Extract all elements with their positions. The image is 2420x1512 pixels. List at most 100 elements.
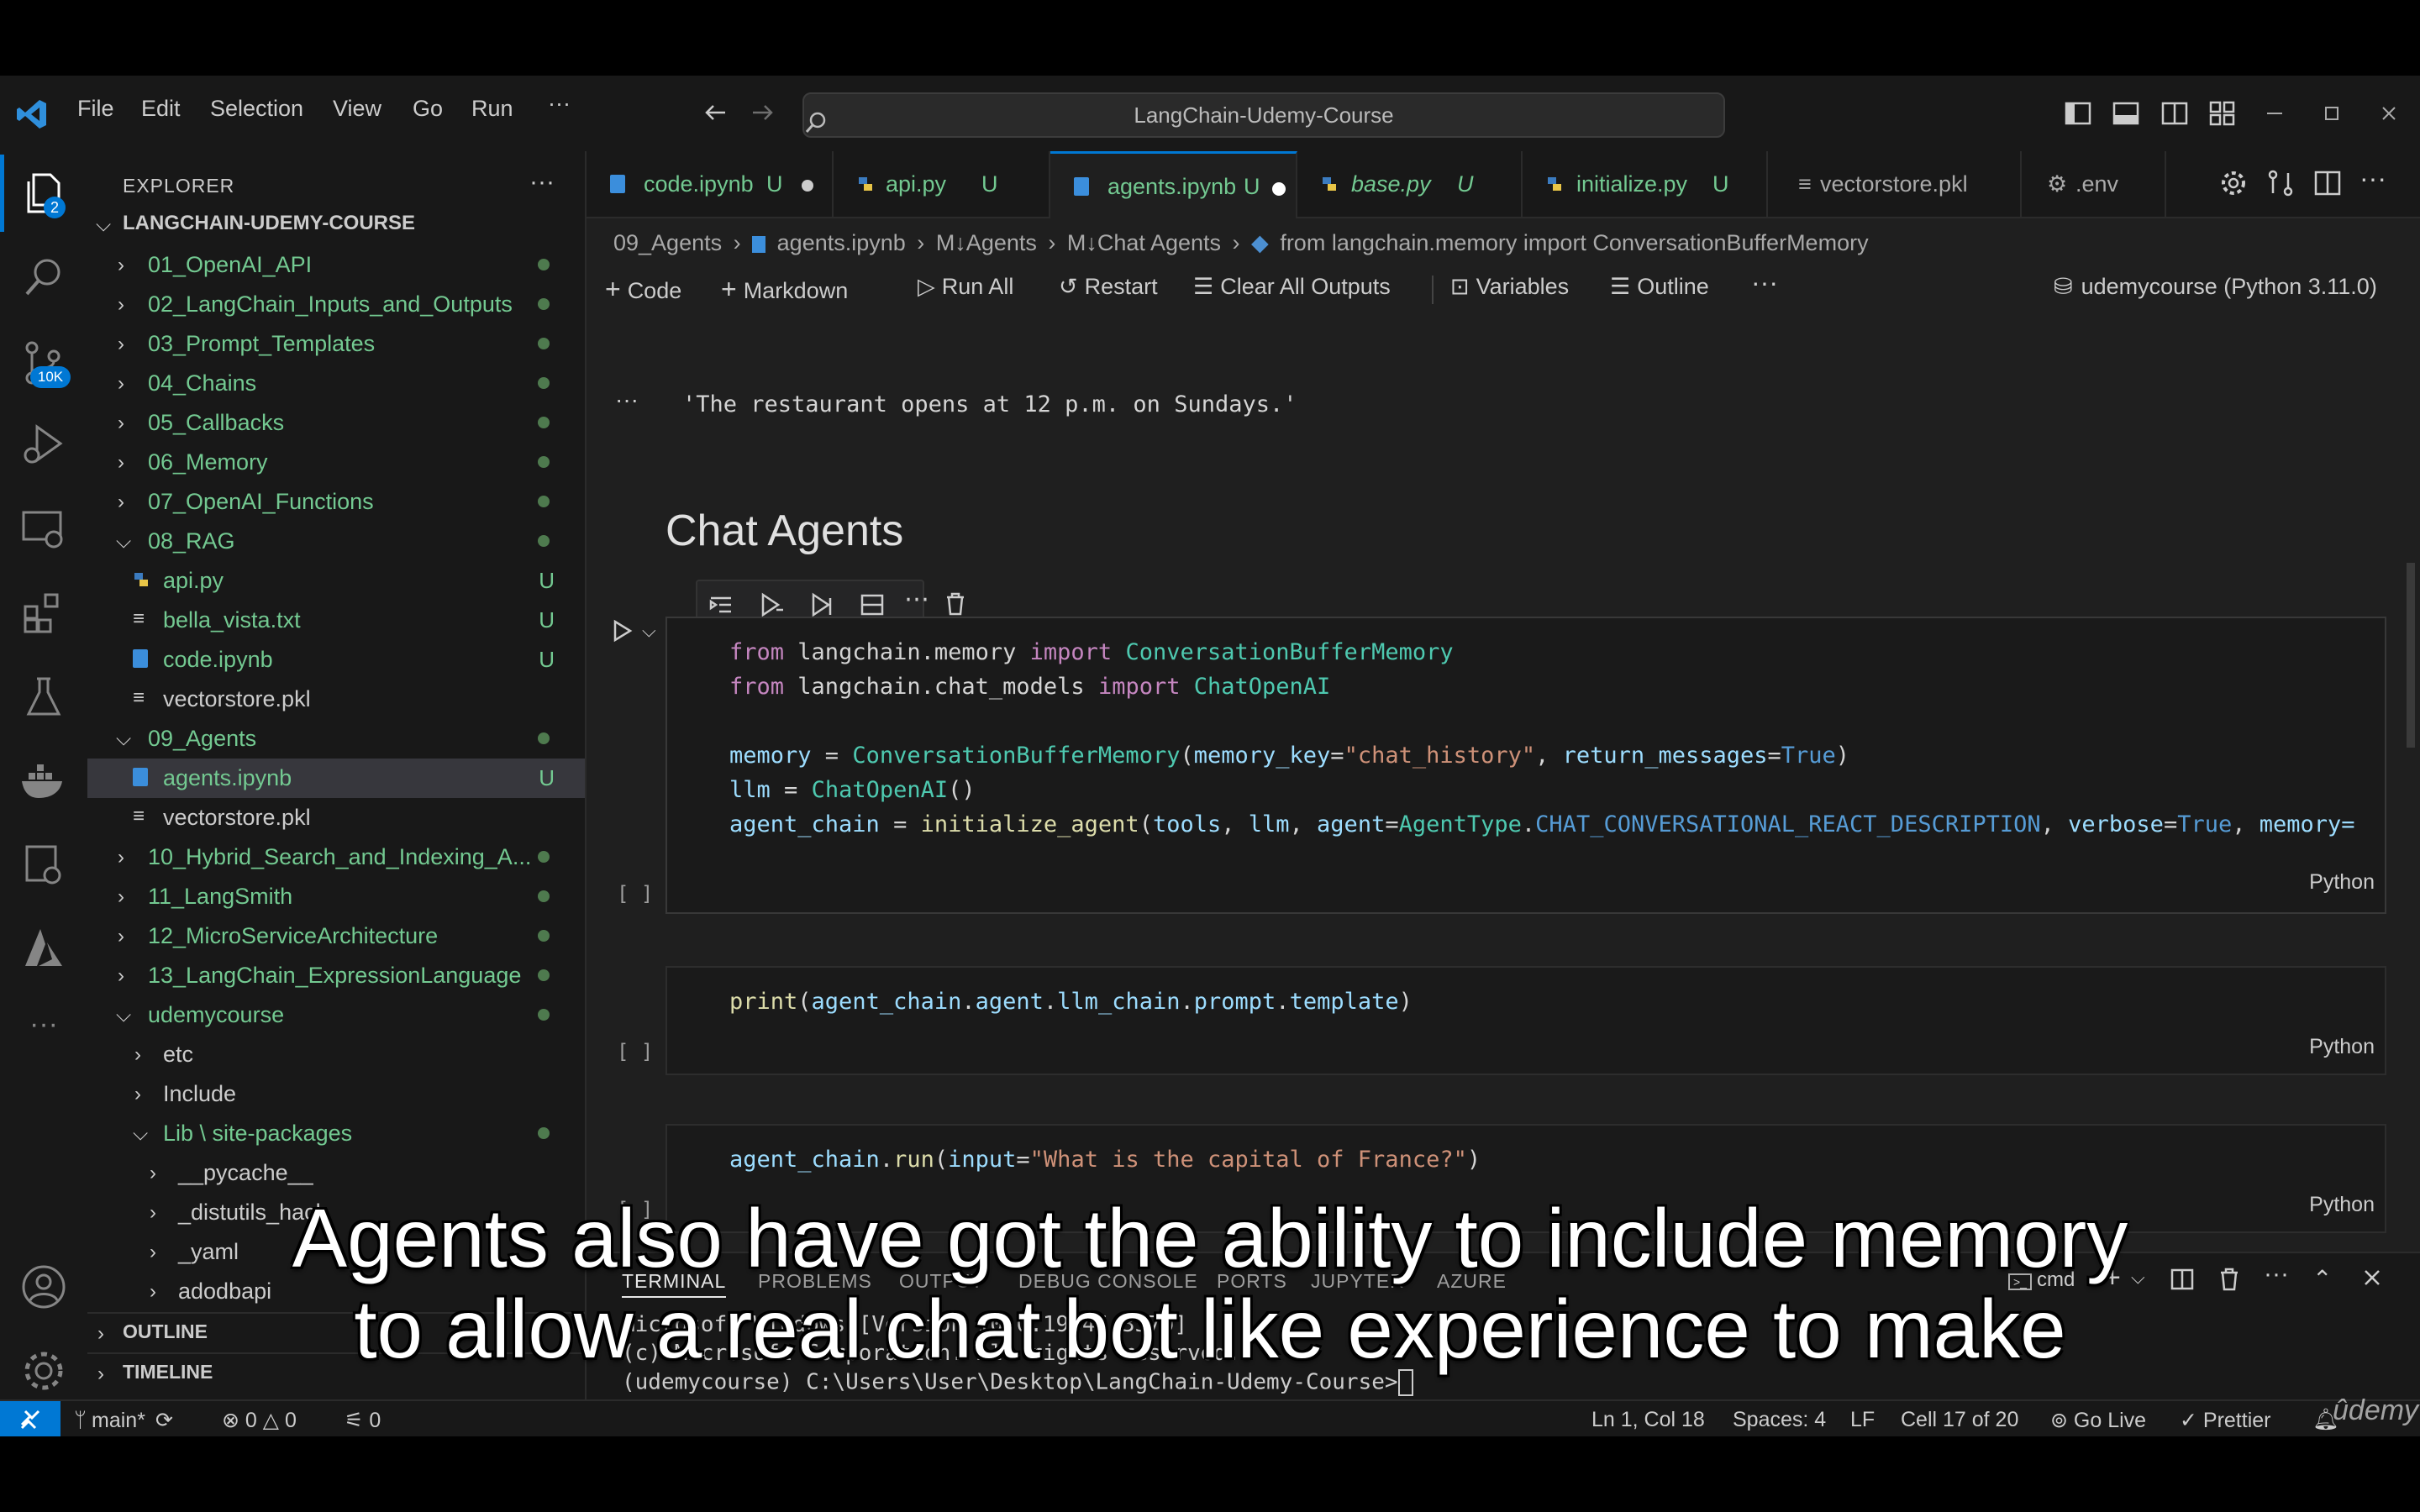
execute-below-icon[interactable]	[808, 591, 835, 618]
tree-item-folder[interactable]: › 04_Chains	[87, 364, 585, 403]
cell-indicator[interactable]: Cell 17 of 20	[1901, 1408, 2018, 1432]
command-center-search[interactable]: LangChain-Udemy-Course	[802, 92, 1725, 138]
close-window-icon[interactable]	[2376, 101, 2402, 126]
go-live-button[interactable]: ⊚ Go Live	[2050, 1408, 2146, 1433]
add-markdown-cell-button[interactable]: + Markdown	[721, 274, 848, 305]
forward-arrow-icon[interactable]	[750, 99, 776, 126]
menu-view[interactable]: View	[333, 96, 381, 122]
tab-initialize-py[interactable]: initialize.py U	[1523, 151, 1768, 217]
toolbar-more-button[interactable]: ···	[1751, 267, 1778, 298]
toggle-secondary-sidebar-icon[interactable]	[2160, 99, 2189, 128]
sync-icon[interactable]: ⟳	[155, 1409, 173, 1432]
customize-layout-icon[interactable]	[2208, 99, 2237, 128]
code-editor[interactable]: from langchain.memory import Conversatio…	[729, 635, 2355, 842]
tree-item-folder[interactable]: ⌵ Lib \ site-packages	[87, 1114, 585, 1153]
search-view-icon[interactable]	[18, 252, 69, 302]
prettier-button[interactable]: ✓ Prettier	[2180, 1408, 2271, 1433]
breadcrumb-item[interactable]: M↓Agents	[936, 230, 1037, 255]
tree-item-folder[interactable]: › 11_LangSmith	[87, 877, 585, 916]
code-editor[interactable]: print(agent_chain.agent.llm_chain.prompt…	[729, 984, 1413, 1019]
tab-api-py[interactable]: api.py U	[834, 151, 1050, 217]
menu-go[interactable]: Go	[413, 96, 443, 122]
tree-item-folder[interactable]: › 05_Callbacks	[87, 403, 585, 443]
tree-item-folder[interactable]: › __pycache__	[87, 1153, 585, 1193]
cell-more-icon[interactable]: ⋯	[904, 585, 929, 614]
run-cell-icon[interactable]	[610, 618, 635, 643]
outline-button[interactable]: ☰ Outline	[1610, 274, 1709, 300]
tree-item-folder[interactable]: › 03_Prompt_Templates	[87, 324, 585, 364]
cursor-position[interactable]: Ln 1, Col 18	[1591, 1408, 1705, 1432]
tree-item-folder[interactable]: ⌵ 08_RAG	[87, 522, 585, 561]
tree-item-folder[interactable]: › 12_MicroServiceArchitecture	[87, 916, 585, 956]
indentation[interactable]: Spaces: 4	[1733, 1408, 1826, 1432]
run-all-button[interactable]: ▷ Run All	[918, 274, 1013, 300]
unsaved-dot-icon[interactable]	[1272, 182, 1286, 196]
output-more-button[interactable]: ···	[615, 386, 639, 413]
breadcrumb-item[interactable]: from langchain.memory import Conversatio…	[1280, 230, 1868, 255]
source-control-icon[interactable]: 10K	[18, 338, 71, 388]
split-cell-icon[interactable]	[859, 591, 886, 618]
compare-changes-icon[interactable]	[2265, 168, 2296, 198]
run-options-chevron-down-icon[interactable]: ⌵	[642, 620, 656, 642]
remote-settings-icon[interactable]	[18, 840, 69, 890]
tree-item-folder[interactable]: › 02_LangChain_Inputs_and_Outputs	[87, 285, 585, 324]
tree-item-file[interactable]: ≡ vectorstore.pkl	[87, 798, 585, 837]
remote-explorer-icon[interactable]	[18, 504, 69, 554]
tree-item-file[interactable]: ≡ bella_vista.txt U	[87, 601, 585, 640]
remote-indicator[interactable]	[0, 1401, 60, 1436]
code-cell[interactable]: from langchain.memory import Conversatio…	[666, 617, 2386, 914]
run-by-line-icon[interactable]	[708, 591, 734, 618]
unsaved-dot-icon[interactable]	[802, 180, 813, 192]
tree-item-file[interactable]: ≡ vectorstore.pkl	[87, 680, 585, 719]
tree-item-file[interactable]: api.py U	[87, 561, 585, 601]
menu-run[interactable]: Run	[471, 96, 513, 122]
menu-edit[interactable]: Edit	[141, 96, 181, 122]
more-views-icon[interactable]: ···	[18, 1008, 69, 1058]
tree-item-folder[interactable]: › 06_Memory	[87, 443, 585, 482]
clear-outputs-button[interactable]: ☰ Clear All Outputs	[1193, 274, 1391, 300]
tree-item-file[interactable]: code.ipynb U	[87, 640, 585, 680]
run-debug-icon[interactable]	[18, 418, 69, 469]
breadcrumb-item[interactable]: agents.ipynb	[777, 230, 906, 255]
code-cell[interactable]: print(agent_chain.agent.llm_chain.prompt…	[666, 966, 2386, 1075]
tab-env[interactable]: ⚙ .env	[2022, 151, 2166, 217]
tab-code-ipynb[interactable]: code.ipynb U	[587, 151, 834, 217]
breadcrumb-item[interactable]: 09_Agents	[613, 230, 722, 255]
maximize-icon[interactable]	[2319, 101, 2344, 126]
variables-button[interactable]: ⊡ Variables	[1450, 274, 1569, 300]
kernel-picker[interactable]: ⛁ udemycourse (Python 3.11.0)	[2054, 274, 2377, 300]
code-editor[interactable]: agent_chain.run(input="What is the capit…	[729, 1142, 1481, 1177]
add-code-cell-button[interactable]: + Code	[605, 274, 681, 305]
editor-more-actions-icon[interactable]: ···	[2360, 163, 2386, 194]
toggle-panel-icon[interactable]	[2112, 99, 2140, 128]
back-arrow-icon[interactable]	[702, 99, 729, 126]
tab-base-py[interactable]: base.py U	[1297, 151, 1523, 217]
execute-above-icon[interactable]	[758, 591, 785, 618]
breadcrumb-item[interactable]: M↓Chat Agents	[1067, 230, 1221, 255]
menu-more-button[interactable]: ···	[548, 91, 571, 117]
explorer-icon[interactable]: 2	[18, 168, 69, 218]
tree-item-folder[interactable]: ⌵ 09_Agents	[87, 719, 585, 759]
azure-icon[interactable]	[18, 924, 69, 974]
branch-indicator[interactable]: ᛘ main* ⟳	[74, 1408, 173, 1433]
cell-language-label[interactable]: Python	[2309, 1035, 2375, 1059]
toggle-sidebar-icon[interactable]	[2064, 99, 2092, 128]
editor-scrollbar[interactable]	[2407, 563, 2415, 748]
tree-item-file-selected[interactable]: agents.ipynb U	[87, 759, 585, 798]
explorer-more-button[interactable]: ···	[529, 168, 555, 197]
tree-item-folder[interactable]: › Include	[87, 1074, 585, 1114]
tree-item-folder[interactable]: ⌵ udemycourse	[87, 995, 585, 1035]
menu-selection[interactable]: Selection	[210, 96, 303, 122]
tree-item-folder[interactable]: › 13_LangChain_ExpressionLanguage	[87, 956, 585, 995]
explorer-root-folder[interactable]: ⌵ LANGCHAIN-UDEMY-COURSE	[87, 205, 585, 244]
tree-item-folder[interactable]: › 01_OpenAI_API	[87, 245, 585, 285]
minimize-icon[interactable]	[2262, 101, 2287, 126]
tree-item-folder[interactable]: › etc	[87, 1035, 585, 1074]
tab-vectorstore-pkl[interactable]: ≡ vectorstore.pkl	[1768, 151, 2022, 217]
split-editor-icon[interactable]	[2312, 168, 2343, 198]
tree-item-folder[interactable]: › 07_OpenAI_Functions	[87, 482, 585, 522]
end-of-line[interactable]: LF	[1850, 1408, 1875, 1432]
tab-agents-ipynb-active[interactable]: agents.ipynb U	[1050, 151, 1297, 219]
ports-indicator[interactable]: ⚟ 0	[345, 1408, 381, 1433]
menu-file[interactable]: File	[77, 96, 114, 122]
